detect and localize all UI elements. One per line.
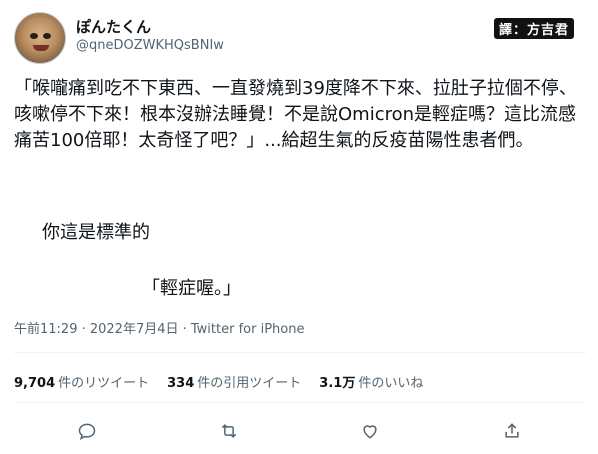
translator-badge: 譯：方吉君	[494, 18, 575, 39]
likes-label: 件のいいね	[358, 376, 424, 391]
like-button[interactable]	[357, 418, 383, 444]
avatar-mouth	[33, 45, 49, 51]
likes-stat[interactable]: 3.1万 件のいいね	[319, 372, 423, 391]
divider	[14, 402, 586, 403]
retweets-stat[interactable]: 9,704 件のリツイート	[14, 372, 149, 391]
quotes-label: 件の引用ツイート	[197, 376, 302, 391]
avatar[interactable]	[14, 12, 66, 64]
tweet-text: 「喉嚨痛到吃不下東西、一直發燒到39度降不下來、拉肚子拉個不停、咳嗽停不下來！根…	[14, 76, 586, 154]
tweet-paragraph: 「喉嚨痛到吃不下東西、一直發燒到39度降不下來、拉肚子拉個不停、咳嗽停不下來！根…	[14, 78, 577, 151]
reply-button[interactable]	[74, 418, 100, 444]
divider	[14, 352, 586, 353]
quotes-count: 334	[167, 376, 195, 391]
reply-icon	[77, 421, 97, 441]
like-icon	[360, 421, 380, 441]
retweets-count: 9,704	[14, 376, 56, 391]
engagement-stats: 9,704 件のリツイート 334 件の引用ツイート 3.1万 件のいいね	[14, 372, 423, 391]
likes-count: 3.1万	[319, 376, 356, 391]
avatar-eye	[30, 33, 38, 39]
tweet-line-2: 你這是標準的	[42, 222, 150, 243]
avatar-eye	[43, 33, 51, 39]
retweet-icon	[218, 421, 240, 441]
tweet-timestamp[interactable]: 午前11:29 · 2022年7月4日 · Twitter for iPhone	[14, 318, 304, 337]
share-icon	[502, 421, 522, 441]
retweet-button[interactable]	[216, 418, 242, 444]
retweets-label: 件のリツイート	[58, 376, 150, 391]
share-button[interactable]	[499, 418, 525, 444]
tweet-line-3: 「輕症喔。」	[142, 278, 241, 299]
display-name[interactable]: ぽんたくん	[76, 16, 151, 37]
user-handle[interactable]: @qneDOZWKHQsBNIw	[76, 38, 224, 53]
quotes-stat[interactable]: 334 件の引用ツイート	[167, 372, 301, 391]
